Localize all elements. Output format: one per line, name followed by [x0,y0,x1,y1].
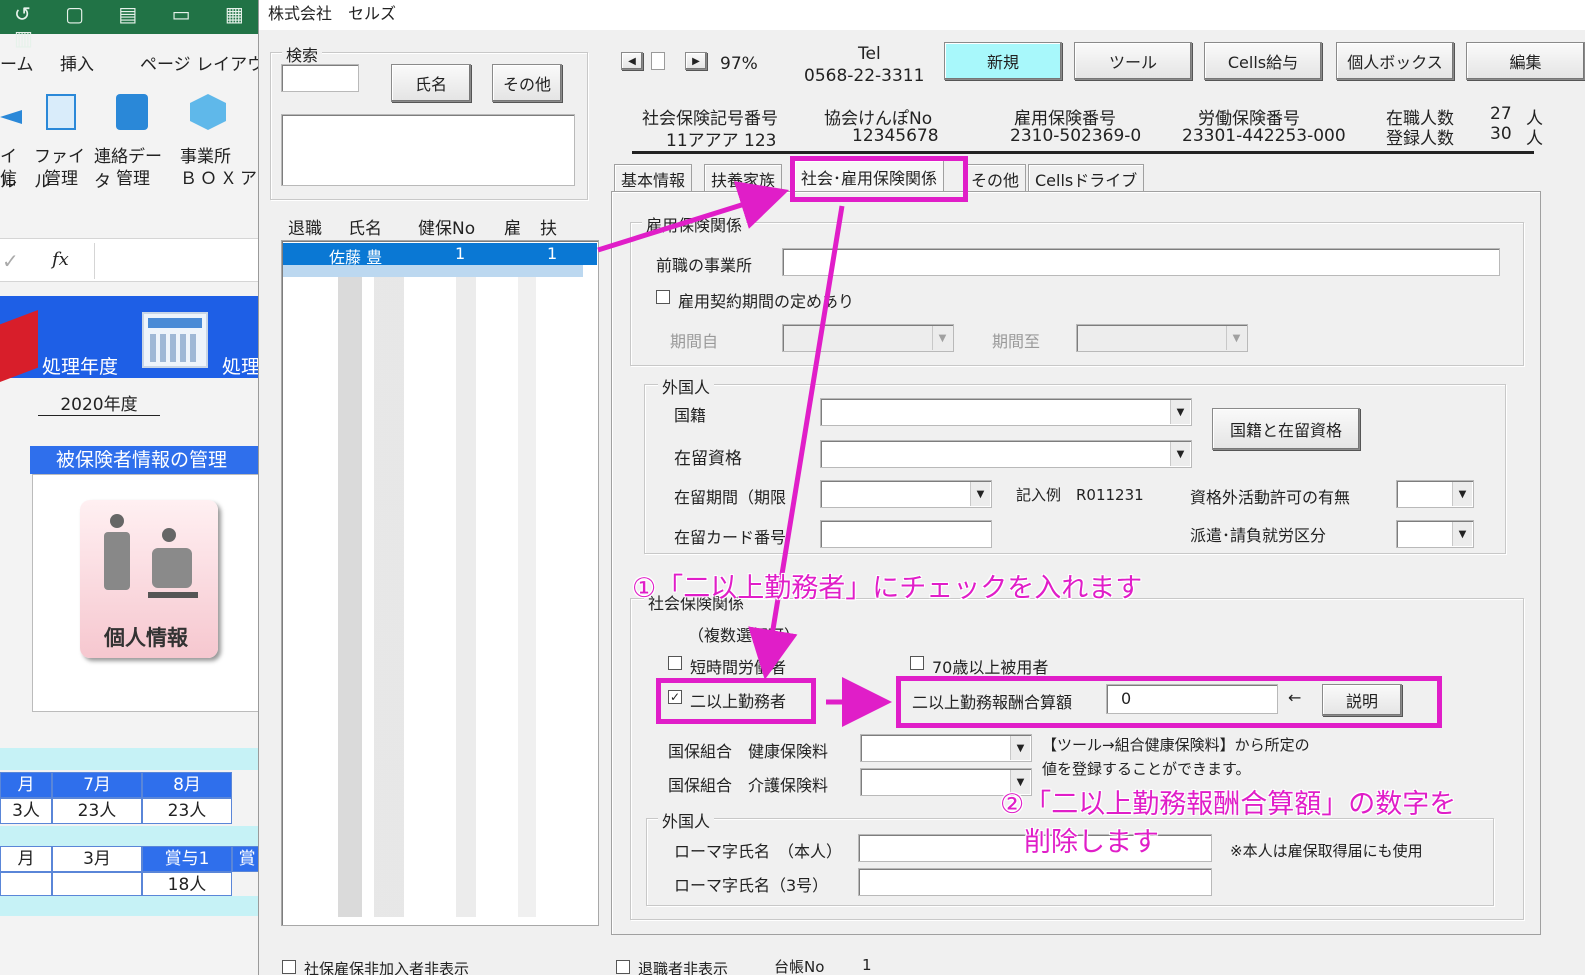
annotation-arrows [597,181,892,727]
annotation-step1: ①「二以上勤務者」にチェックを入れます [632,573,1143,604]
annotation-step2-line2: 削除します [1024,827,1159,858]
arrow-list-to-tab [597,181,790,253]
annotation-step2-line1: ②「二以上勤務報酬合算額」の数字を [1000,789,1457,820]
